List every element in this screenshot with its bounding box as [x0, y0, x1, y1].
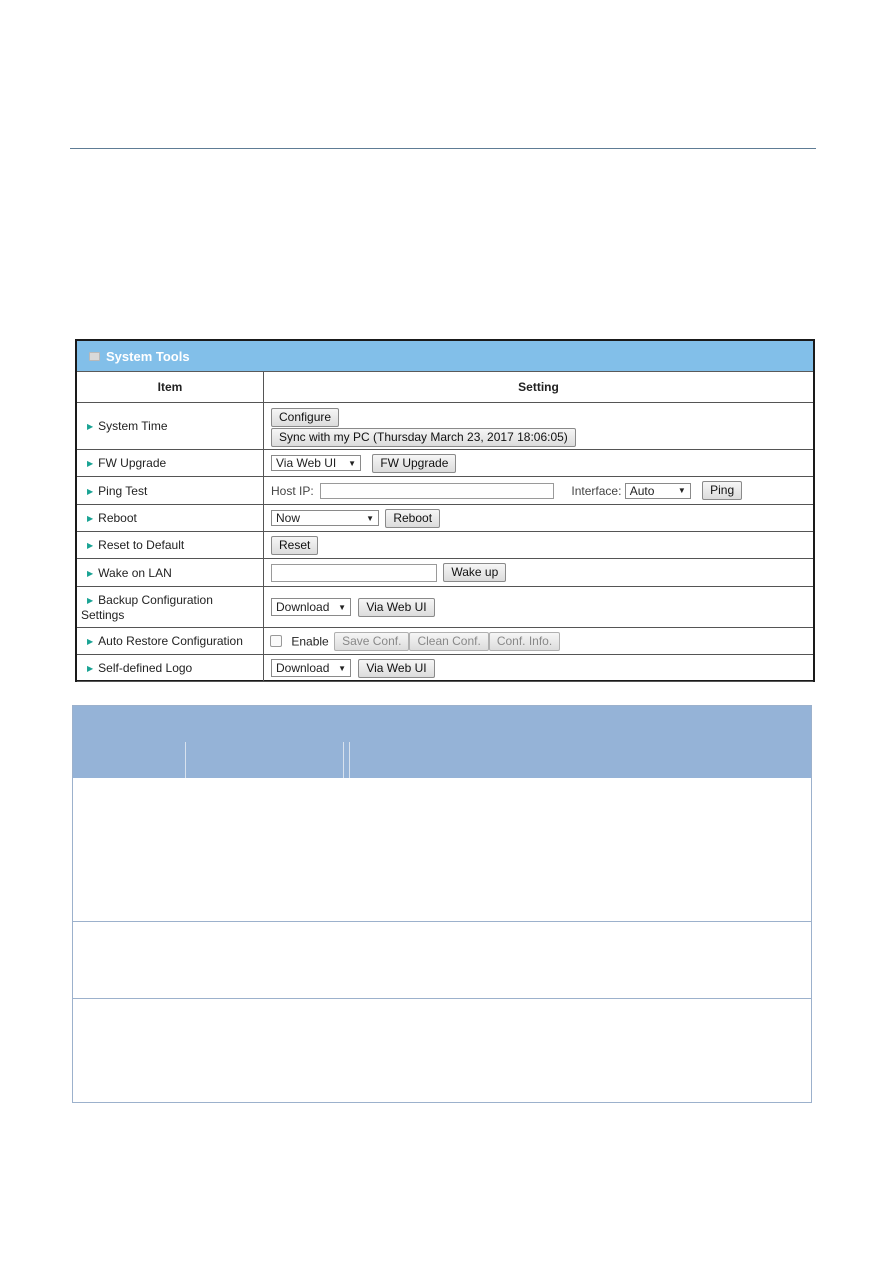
description-row	[73, 921, 811, 998]
backup-via-web-ui-button[interactable]: Via Web UI	[358, 597, 435, 617]
panel-title: System Tools	[106, 348, 190, 364]
host-ip-label: Host IP:	[271, 483, 314, 498]
enable-label: Enable	[291, 634, 329, 648]
fw-upgrade-method-select[interactable]: Via Web UI ▼	[271, 455, 361, 471]
row-label-ping-test: ▶ Ping Test	[77, 476, 264, 505]
fw-upgrade-button[interactable]: FW Upgrade	[372, 453, 457, 473]
arrow-icon: ▶	[87, 595, 94, 605]
configure-button[interactable]: Configure	[271, 407, 340, 427]
row-label-backup: ▶ Backup Configuration Settings	[77, 586, 264, 628]
system-tools-panel: System Tools Item Setting ▶ System Time C…	[75, 339, 815, 682]
arrow-icon: ▶	[87, 637, 94, 646]
panel-icon	[89, 351, 100, 361]
panel-title-bar: System Tools	[77, 341, 813, 372]
arrow-icon: ▶	[87, 514, 94, 523]
description-table	[72, 705, 812, 1103]
arrow-icon: ▶	[87, 568, 94, 578]
row-label-logo: ▶ Self-defined Logo	[77, 654, 264, 682]
arrow-icon: ▶	[87, 664, 94, 673]
header-divider	[185, 742, 186, 778]
arrow-icon: ▶	[87, 541, 94, 550]
conf-info-button[interactable]: Conf. Info.	[488, 631, 561, 651]
sync-with-pc-button[interactable]: Sync with my PC (Thursday March 23, 2017…	[271, 427, 576, 447]
logo-via-web-ui-button[interactable]: Via Web UI	[358, 658, 435, 678]
arrow-icon: ▶	[87, 486, 94, 496]
header-divider	[349, 742, 350, 778]
description-row	[73, 778, 811, 921]
arrow-icon: ▶	[87, 459, 94, 468]
caret-down-icon: ▼	[677, 486, 686, 495]
host-ip-input[interactable]	[320, 482, 555, 499]
backup-action-select[interactable]: Download ▼	[271, 598, 351, 616]
wake-up-button[interactable]: Wake up	[443, 563, 507, 582]
system-tools-table: Item Setting ▶ System Time Configure Sync…	[77, 372, 813, 682]
row-label-reset: ▶ Reset to Default	[77, 531, 264, 559]
logo-action-select[interactable]: Download ▼	[271, 659, 351, 677]
row-label-auto-restore: ▶ Auto Restore Configuration	[77, 627, 264, 655]
arrow-icon: ▶	[87, 422, 94, 431]
auto-restore-enable-checkbox[interactable]	[270, 635, 282, 647]
row-label-wake-on-lan: ▶ Wake on LAN	[77, 558, 264, 587]
caret-down-icon: ▼	[338, 663, 346, 673]
reboot-button[interactable]: Reboot	[385, 508, 441, 528]
header-rule	[70, 148, 816, 149]
column-header-setting: Setting	[263, 372, 813, 403]
row-label-system-time: ▶ System Time	[77, 402, 264, 450]
row-label-fw-upgrade: ▶ FW Upgrade	[77, 449, 264, 477]
caret-down-icon: ▼	[348, 458, 356, 468]
wake-on-lan-input[interactable]	[271, 563, 437, 582]
caret-down-icon: ▼	[338, 602, 346, 612]
description-table-header	[73, 706, 811, 778]
reboot-when-select[interactable]: Now ▼	[271, 510, 379, 526]
column-header-item: Item	[77, 372, 264, 403]
interface-label: Interface:	[571, 483, 622, 498]
reset-button[interactable]: Reset	[271, 535, 319, 555]
save-conf-button[interactable]: Save Conf.	[334, 631, 410, 651]
description-row	[73, 998, 811, 1103]
header-divider	[343, 742, 344, 778]
caret-down-icon: ▼	[366, 513, 374, 523]
interface-select[interactable]: Auto ▼	[624, 482, 691, 499]
ping-button[interactable]: Ping	[702, 481, 743, 500]
row-label-reboot: ▶ Reboot	[77, 504, 264, 532]
clean-conf-button[interactable]: Clean Conf.	[409, 631, 489, 651]
